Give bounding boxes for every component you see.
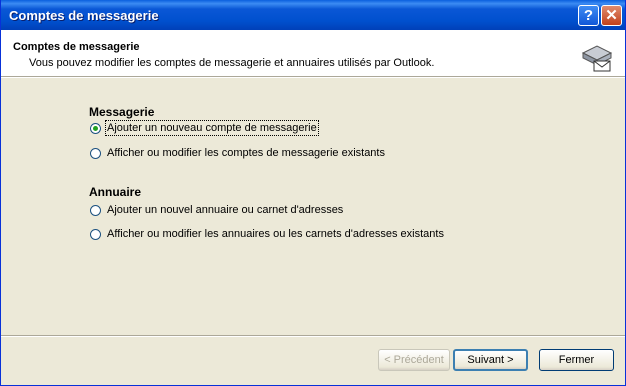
close-dialog-button[interactable]: Fermer	[539, 349, 614, 371]
radio-button[interactable]	[90, 148, 101, 159]
title-bar: Comptes de messagerie ? ✕	[1, 0, 625, 30]
help-icon: ?	[583, 7, 594, 24]
next-button[interactable]: Suivant >	[453, 349, 528, 371]
previous-button[interactable]: < Précédent	[378, 349, 450, 371]
radio-button[interactable]	[90, 229, 101, 240]
radio-label[interactable]: Ajouter un nouvel annuaire ou carnet d'a…	[107, 204, 343, 216]
annuaire-heading: Annuaire	[89, 185, 142, 199]
radio-label[interactable]: Afficher ou modifier les comptes de mess…	[107, 147, 385, 159]
header-title: Comptes de messagerie	[13, 41, 140, 53]
help-button[interactable]: ?	[578, 5, 599, 26]
header-divider	[1, 76, 625, 78]
close-button[interactable]: ✕	[601, 5, 622, 26]
mail-accounts-icon	[581, 45, 613, 72]
radio-button[interactable]	[90, 205, 101, 216]
header-subtitle: Vous pouvez modifier les comptes de mess…	[29, 57, 435, 69]
window-title: Comptes de messagerie	[9, 8, 159, 23]
header-panel: Comptes de messagerie Vous pouvez modifi…	[1, 30, 625, 76]
radio-button[interactable]	[90, 123, 101, 134]
radio-label[interactable]: Ajouter un nouveau compte de messagerie	[105, 120, 319, 136]
messagerie-heading: Messagerie	[89, 105, 155, 119]
footer-divider	[1, 335, 625, 337]
mail-accounts-dialog: Comptes de messagerie ? ✕ Comptes de mes…	[0, 0, 626, 386]
close-icon: ✕	[605, 7, 618, 24]
radio-label[interactable]: Afficher ou modifier les annuaires ou le…	[107, 228, 444, 240]
